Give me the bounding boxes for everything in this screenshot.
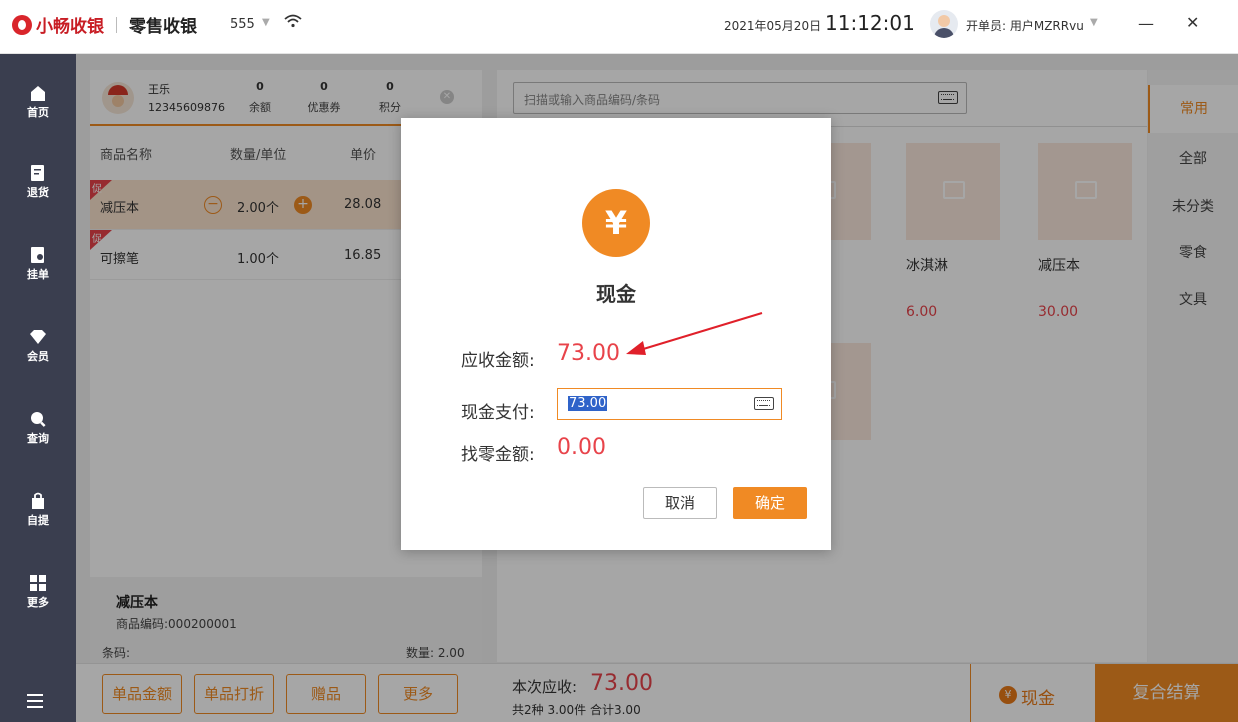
annotation-arrow: [626, 312, 763, 355]
